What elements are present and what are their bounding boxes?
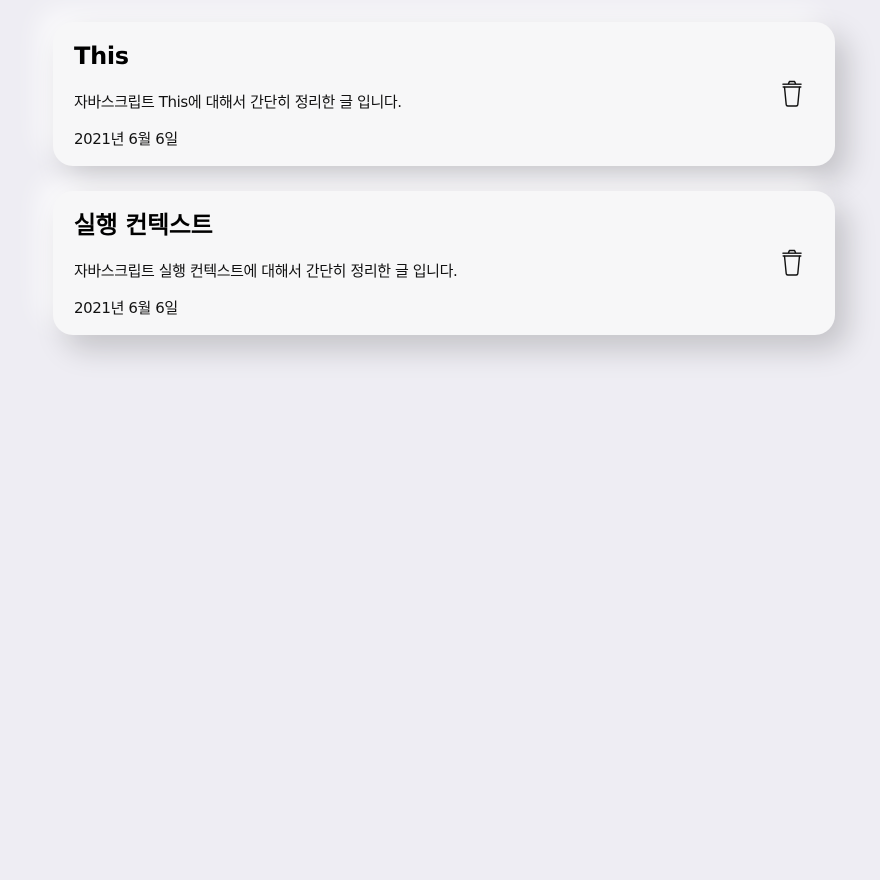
trash-icon bbox=[780, 80, 804, 108]
delete-button[interactable] bbox=[778, 78, 806, 110]
post-card[interactable]: This 자바스크립트 This에 대해서 간단히 정리한 글 입니다. 202… bbox=[53, 22, 835, 166]
post-card[interactable]: 실행 컨텍스트 자바스크립트 실행 컨텍스트에 대해서 간단히 정리한 글 입니… bbox=[53, 191, 835, 335]
post-description: 자바스크립트 This에 대해서 간단히 정리한 글 입니다. bbox=[74, 93, 402, 111]
post-title: 실행 컨텍스트 bbox=[74, 211, 213, 239]
post-description: 자바스크립트 실행 컨텍스트에 대해서 간단히 정리한 글 입니다. bbox=[74, 262, 458, 280]
delete-button[interactable] bbox=[778, 247, 806, 279]
post-title: This bbox=[74, 42, 129, 70]
post-list: This 자바스크립트 This에 대해서 간단히 정리한 글 입니다. 202… bbox=[53, 22, 835, 360]
post-date: 2021년 6월 6일 bbox=[74, 299, 178, 317]
post-date: 2021년 6월 6일 bbox=[74, 130, 178, 148]
trash-icon bbox=[780, 249, 804, 277]
